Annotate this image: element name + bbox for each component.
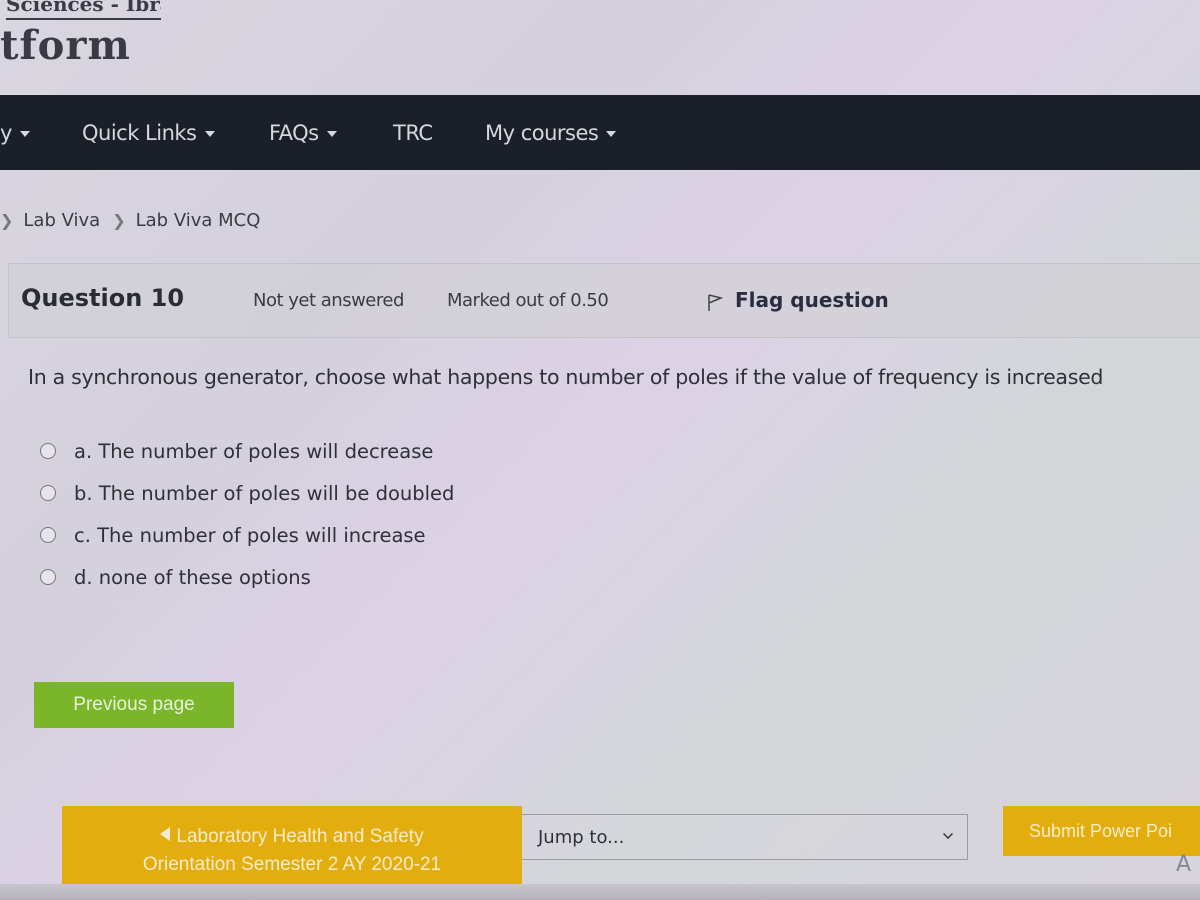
nav-item-partial[interactable]: y bbox=[0, 95, 30, 170]
radio-button[interactable] bbox=[40, 569, 56, 585]
question-state: Not yet answered bbox=[253, 290, 404, 311]
chevron-down-icon bbox=[943, 829, 953, 839]
answer-option-c[interactable]: c. The number of poles will increase bbox=[40, 514, 454, 556]
previous-activity-line2: Orientation Semester 2 AY 2020-21 bbox=[142, 853, 442, 875]
answer-options: a. The number of poles will decrease b. … bbox=[40, 430, 454, 598]
question-text: In a synchronous generator, choose what … bbox=[28, 365, 1104, 389]
breadcrumb: ❯ Lab Viva ❯ Lab Viva MCQ bbox=[0, 210, 272, 231]
site-subtitle: Sciences - Ibra bbox=[6, 0, 161, 20]
nav-item-trc[interactable]: TRC bbox=[393, 95, 433, 170]
answer-label: b. The number of poles will be doubled bbox=[74, 481, 455, 505]
site-header: Sciences - Ibra tform bbox=[0, 0, 1200, 95]
caret-down-icon bbox=[326, 131, 337, 137]
nav-item-label: FAQs bbox=[269, 120, 319, 145]
breadcrumb-lab-viva-mcq[interactable]: Lab Viva MCQ bbox=[136, 210, 261, 231]
screen-bottom-edge bbox=[0, 884, 1200, 900]
nav-item-label: TRC bbox=[393, 120, 433, 145]
previous-activity-line1: Laboratory Health and Safety bbox=[176, 825, 424, 847]
next-activity-caption: A bbox=[1176, 852, 1192, 877]
answer-label: c. The number of poles will increase bbox=[74, 523, 426, 547]
previous-page-button[interactable]: Previous page bbox=[34, 682, 234, 728]
navbar: y Quick Links FAQs TRC My courses bbox=[0, 95, 1200, 170]
question-info: Question 10 Not yet answered Marked out … bbox=[8, 263, 1200, 338]
nav-item-my-courses[interactable]: My courses bbox=[485, 95, 617, 170]
flag-question-label: Flag question bbox=[735, 288, 889, 312]
triangle-left-icon bbox=[160, 826, 171, 841]
caret-down-icon bbox=[204, 131, 215, 137]
question-number: Question 10 bbox=[21, 284, 185, 312]
previous-activity-button[interactable]: Laboratory Health and Safety Orientation… bbox=[62, 806, 522, 884]
answer-label: a. The number of poles will decrease bbox=[74, 439, 434, 463]
answer-option-a[interactable]: a. The number of poles will decrease bbox=[40, 430, 454, 472]
radio-button[interactable] bbox=[40, 443, 56, 459]
nav-item-label: y bbox=[0, 120, 12, 145]
answer-label: d. none of these options bbox=[74, 565, 311, 589]
flag-question-button[interactable]: Flag question bbox=[707, 288, 889, 312]
chevron-right-icon: ❯ bbox=[0, 211, 14, 230]
jump-to-placeholder: Jump to... bbox=[538, 826, 625, 848]
next-activity-button[interactable]: Submit Power Poi bbox=[1003, 806, 1200, 856]
chevron-right-icon: ❯ bbox=[112, 211, 126, 230]
flag-icon bbox=[708, 294, 723, 311]
radio-button[interactable] bbox=[40, 527, 56, 543]
radio-button[interactable] bbox=[40, 485, 56, 501]
breadcrumb-lab-viva[interactable]: Lab Viva bbox=[23, 210, 100, 231]
site-title[interactable]: tform bbox=[0, 22, 131, 69]
caret-down-icon bbox=[606, 131, 617, 137]
jump-to-select[interactable]: Jump to... bbox=[522, 814, 968, 860]
question-grade: Marked out of 0.50 bbox=[447, 290, 609, 311]
nav-item-label: My courses bbox=[485, 120, 599, 145]
nav-item-faqs[interactable]: FAQs bbox=[269, 95, 337, 170]
nav-item-label: Quick Links bbox=[82, 120, 197, 145]
caret-down-icon bbox=[19, 131, 30, 137]
answer-option-b[interactable]: b. The number of poles will be doubled bbox=[40, 472, 454, 514]
nav-item-quick-links[interactable]: Quick Links bbox=[82, 95, 215, 170]
answer-option-d[interactable]: d. none of these options bbox=[40, 556, 454, 598]
